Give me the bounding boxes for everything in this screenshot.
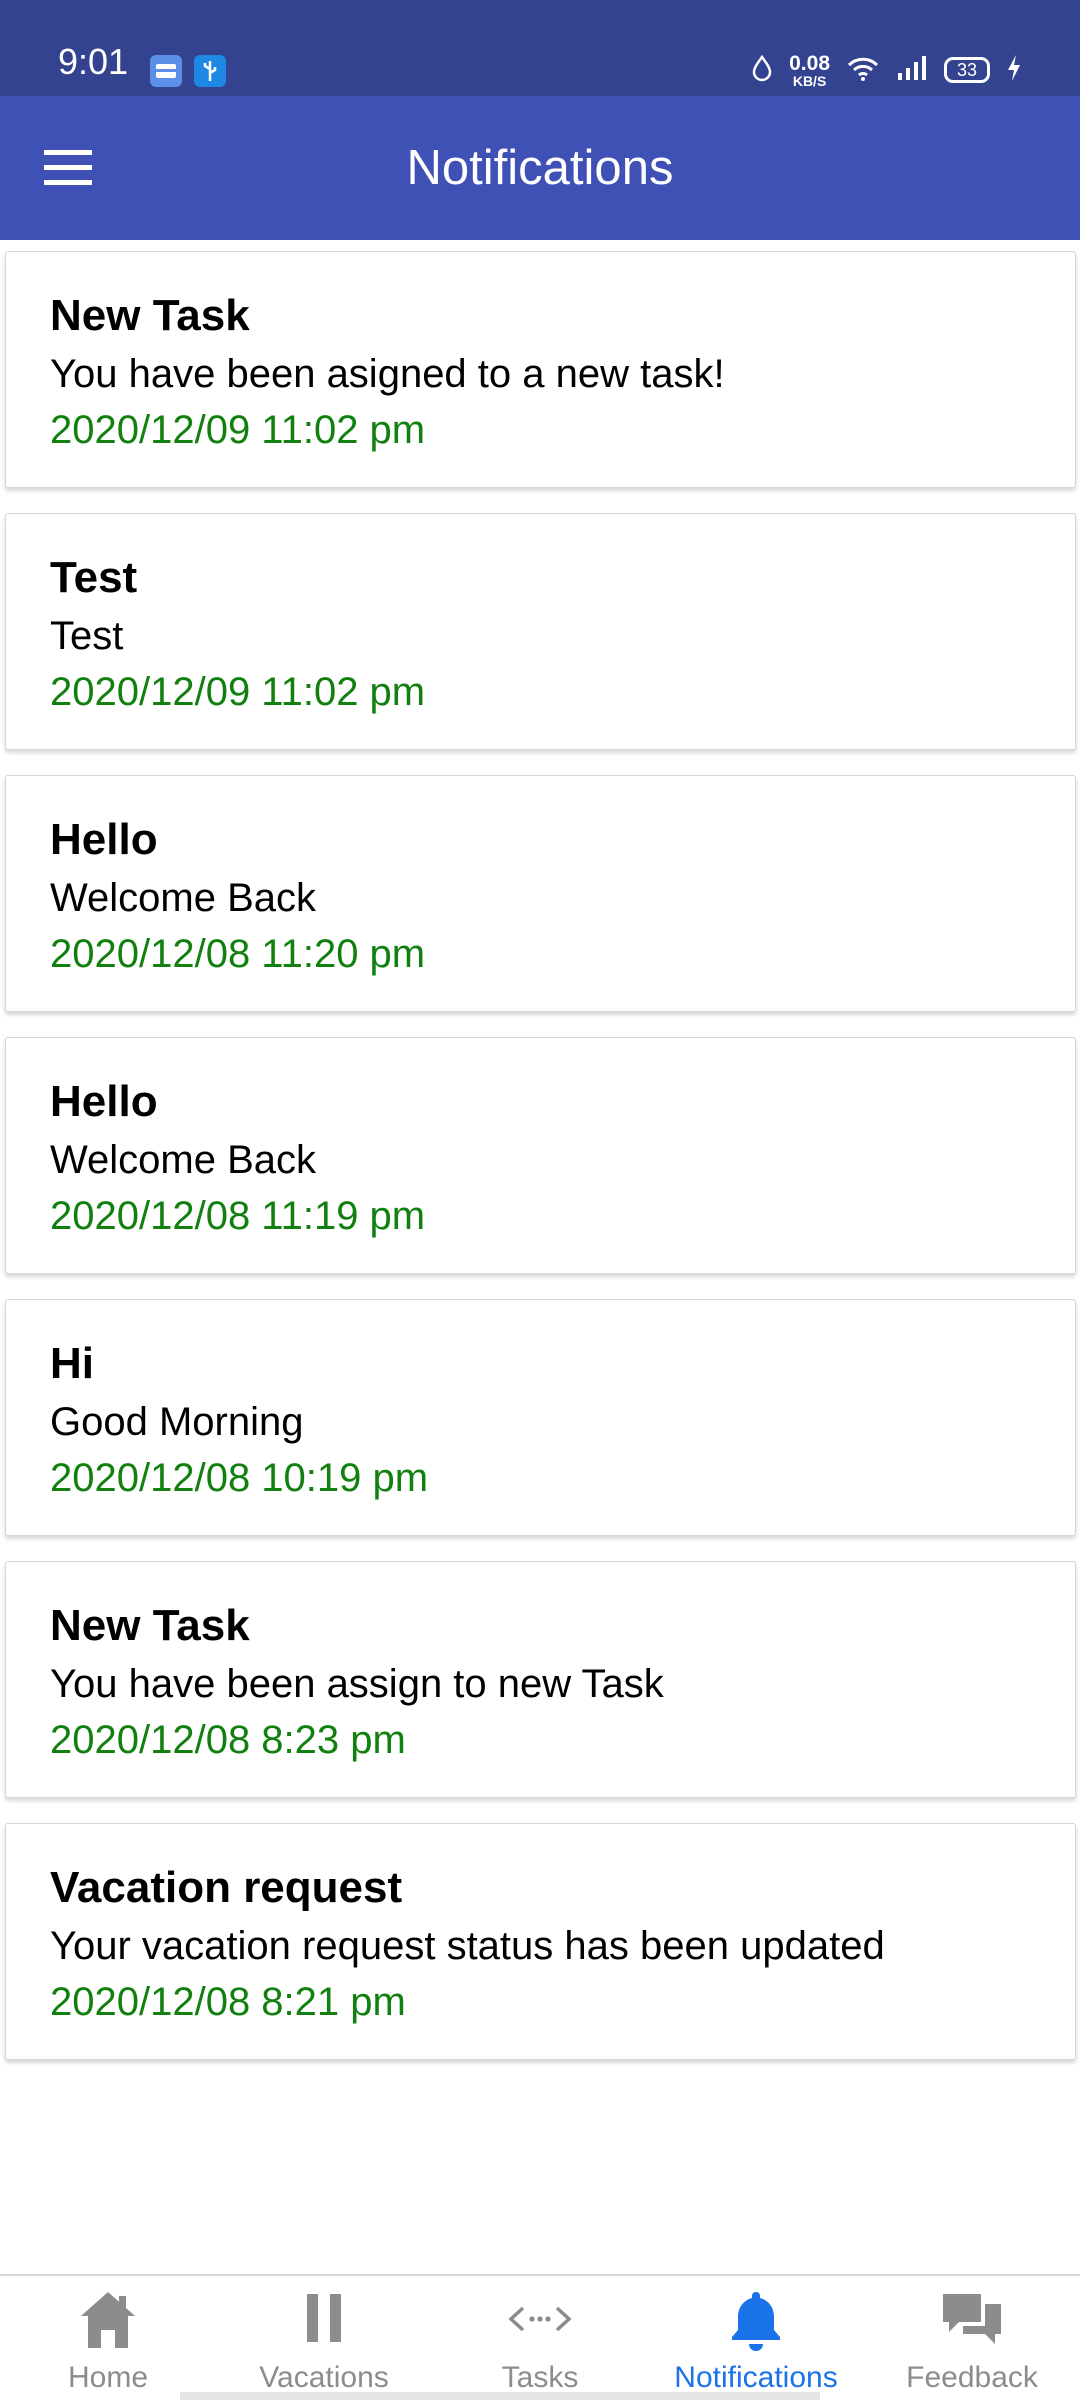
nav-feedback[interactable]: Feedback <box>864 2276 1080 2400</box>
battery-indicator: 33 <box>944 57 990 83</box>
page-title: Notifications <box>406 141 674 195</box>
nav-tasks-label: Tasks <box>501 2361 579 2394</box>
notifications-screen: 9:01 0.08 KB/S 33 Notifications New Task… <box>0 0 1080 2400</box>
notification-card[interactable]: Hello Welcome Back 2020/12/08 11:20 pm <box>5 775 1076 1012</box>
app-bar: Notifications <box>0 96 1080 240</box>
notification-message: Welcome Back <box>50 1138 317 1182</box>
nav-vacations[interactable]: Vacations <box>216 2276 432 2400</box>
notification-card[interactable]: New Task You have been asigned to a new … <box>5 251 1076 488</box>
code-arrows-icon <box>508 2306 572 2332</box>
notification-message: You have been assign to new Task <box>50 1662 664 1706</box>
notification-message: Good Morning <box>50 1400 304 1444</box>
status-indicators: 0.08 KB/S 33 <box>751 50 1022 90</box>
notification-card[interactable]: Test Test 2020/12/09 11:02 pm <box>5 513 1076 750</box>
data-saver-icon <box>751 54 773 87</box>
bottom-navigation: Home Vacations Tasks Notifications Feedb… <box>0 2274 1080 2400</box>
nav-home[interactable]: Home <box>0 2276 216 2400</box>
notification-timestamp: 2020/12/08 11:20 pm <box>50 932 426 976</box>
network-speed-unit: KB/S <box>792 72 827 89</box>
notification-card[interactable]: Hi Good Morning 2020/12/08 10:19 pm <box>5 1299 1076 1536</box>
notification-title: Vacation request <box>50 1863 403 1912</box>
notification-title: Test <box>50 553 138 602</box>
nav-home-label: Home <box>67 2361 149 2394</box>
notification-message: Welcome Back <box>50 876 317 920</box>
nav-tasks[interactable]: Tasks <box>432 2276 648 2400</box>
wifi-icon <box>846 54 880 87</box>
notification-timestamp: 2020/12/08 8:21 pm <box>50 1980 406 2024</box>
notification-timestamp: 2020/12/09 11:02 pm <box>50 670 426 714</box>
notification-timestamp: 2020/12/09 11:02 pm <box>50 408 426 452</box>
bell-icon <box>732 2292 780 2351</box>
home-icon <box>81 2292 135 2348</box>
notification-card[interactable]: New Task You have been assign to new Tas… <box>5 1561 1076 1798</box>
notification-timestamp: 2020/12/08 8:23 pm <box>50 1718 406 1762</box>
nav-feedback-label: Feedback <box>906 2361 1038 2394</box>
notification-message: You have been asigned to a new task! <box>50 352 725 396</box>
nav-notifications-label: Notifications <box>674 2361 838 2394</box>
notification-title: Hello <box>50 815 158 864</box>
pause-icon <box>307 2294 341 2342</box>
cellular-signal-icon <box>896 54 928 87</box>
notification-title: Hello <box>50 1077 158 1126</box>
nav-notifications[interactable]: Notifications <box>648 2276 864 2400</box>
usb-icon <box>194 55 226 87</box>
notification-timestamp: 2020/12/08 10:19 pm <box>50 1456 429 1500</box>
notification-title: New Task <box>50 291 250 340</box>
notification-message: Your vacation request status has been up… <box>50 1924 885 1968</box>
network-speed-value: 0.08 <box>789 51 830 75</box>
gesture-bar[interactable] <box>180 2392 820 2400</box>
status-bar: 9:01 0.08 KB/S 33 <box>0 0 1080 96</box>
notification-list: New Task You have been asigned to a new … <box>5 251 1076 2085</box>
status-time: 9:01 <box>58 41 129 82</box>
notification-card[interactable]: Vacation request Your vacation request s… <box>5 1823 1076 2060</box>
chat-bubbles-icon <box>943 2294 1001 2344</box>
notification-card[interactable]: Hello Welcome Back 2020/12/08 11:19 pm <box>5 1037 1076 1274</box>
notification-message: Test <box>50 614 124 658</box>
notification-title: Hi <box>50 1339 94 1388</box>
charging-icon <box>1006 54 1022 87</box>
nav-vacations-label: Vacations <box>259 2361 389 2394</box>
app-notification-icon <box>150 55 182 87</box>
notification-title: New Task <box>50 1601 250 1650</box>
network-speed: 0.08 KB/S <box>789 53 830 88</box>
notification-timestamp: 2020/12/08 11:19 pm <box>50 1194 426 1238</box>
